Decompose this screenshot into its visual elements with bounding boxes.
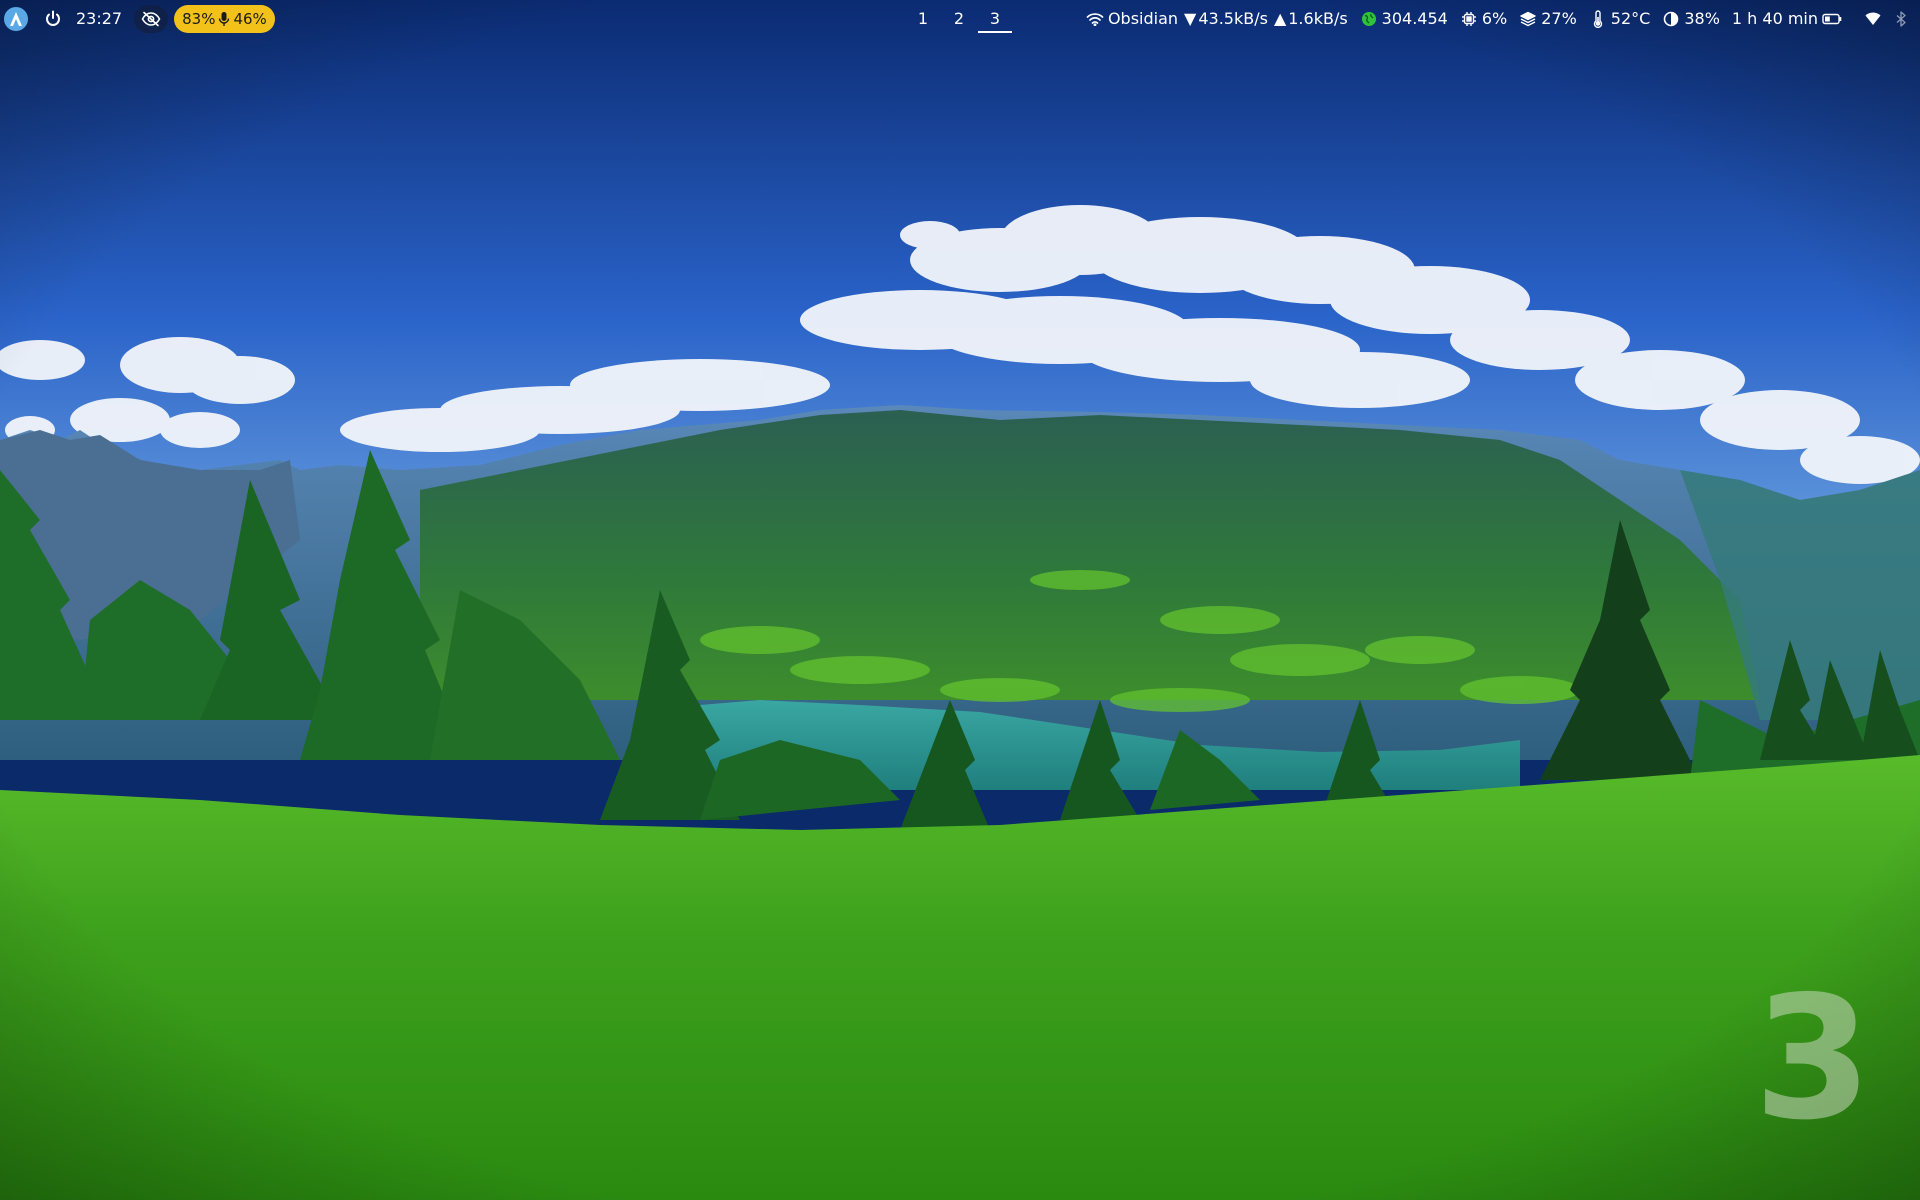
crypto-value: 304.454 — [1381, 9, 1448, 28]
cpu-value: 6% — [1481, 9, 1508, 28]
memory-module[interactable]: 27% — [1519, 0, 1577, 38]
crypto-module[interactable]: 304.454 — [1360, 0, 1448, 38]
thermometer-icon — [1589, 10, 1607, 28]
wallpaper — [0, 0, 1920, 1200]
microphone-icon — [218, 11, 230, 27]
clock[interactable]: 23:27 — [76, 0, 122, 38]
bluetooth-icon — [1892, 10, 1910, 28]
workspace-label: 1 — [917, 9, 929, 28]
battery-time: 1 h 40 min — [1731, 9, 1818, 28]
globe-icon — [1360, 10, 1378, 28]
workspace-1-button[interactable]: 1 — [905, 0, 941, 38]
microphone-value: 46% — [233, 10, 267, 28]
download-rate: 43.5kB/s — [1198, 9, 1268, 28]
download-arrow-icon: ▼ — [1184, 9, 1197, 28]
audio-status-pill[interactable]: 83% 46% — [174, 5, 275, 33]
brightness-icon — [1662, 10, 1680, 28]
upload-arrow-icon: ▲ — [1273, 9, 1287, 28]
temperature-module[interactable]: 52°C — [1589, 0, 1651, 38]
workspace-2-button[interactable]: 2 — [941, 0, 977, 38]
workspace-label: 2 — [953, 9, 965, 28]
brightness-value: 38% — [1684, 9, 1720, 28]
network-module[interactable]: Obsidian ▼ 43.5kB/s ▲ 1.6kB/s — [1086, 0, 1348, 38]
cpu-module[interactable]: 6% — [1460, 0, 1507, 38]
workspace-3-button[interactable]: 3 — [977, 0, 1013, 38]
bar-left-section: 23:27 83% 46% — [4, 0, 275, 38]
arch-launcher-icon[interactable] — [4, 7, 28, 31]
layers-icon — [1519, 10, 1537, 28]
battery-module[interactable]: 1 h 40 min — [1732, 0, 1846, 38]
workspace-switcher: 1 2 3 — [905, 0, 1013, 38]
cpu-icon — [1460, 10, 1478, 28]
eye-off-icon[interactable] — [134, 5, 169, 33]
workspace-number-watermark: 3 — [1753, 960, 1872, 1158]
top-bar: 23:27 83% 46% 1 2 3 Obsidian ▼ 43.5kB/s … — [0, 0, 1920, 38]
workspace-label: 3 — [989, 9, 1001, 28]
wifi-icon — [1086, 10, 1104, 28]
memory-value: 27% — [1541, 9, 1577, 28]
bar-right-section: Obsidian ▼ 43.5kB/s ▲ 1.6kB/s 304.454 6%… — [1074, 0, 1914, 38]
wifi-ssid: Obsidian — [1107, 9, 1179, 28]
desktop: 23:27 83% 46% 1 2 3 Obsidian ▼ 43.5kB/s … — [0, 0, 1920, 1200]
tray-bluetooth[interactable] — [1892, 10, 1914, 28]
brightness-module[interactable]: 38% — [1662, 0, 1720, 38]
tray-wifi[interactable] — [1864, 10, 1886, 28]
battery-icon — [1822, 10, 1842, 28]
power-icon[interactable] — [42, 8, 64, 30]
volume-value: 83% — [182, 10, 216, 28]
temperature-value: 52°C — [1610, 9, 1651, 28]
wifi-tray-icon — [1864, 10, 1882, 28]
upload-rate: 1.6kB/s — [1288, 9, 1348, 28]
